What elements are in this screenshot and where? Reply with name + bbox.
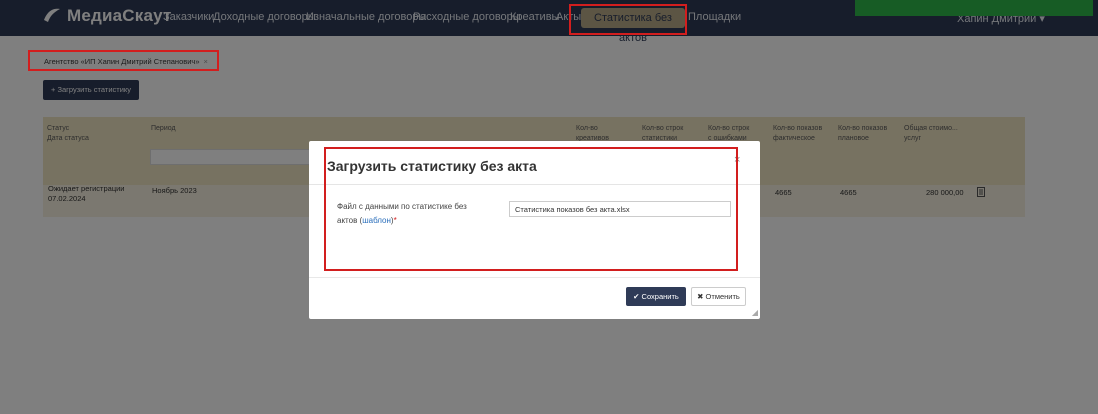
cancel-button[interactable]: ✖ Отменить <box>691 287 746 306</box>
cancel-label: Отменить <box>705 292 740 301</box>
highlight-box-filter <box>28 50 219 71</box>
highlight-box-nav <box>569 4 687 35</box>
modal-footer-divider <box>309 277 760 278</box>
save-label: Сохранить <box>641 292 679 301</box>
check-icon: ✔ <box>633 292 640 301</box>
close-small-icon: ✖ <box>697 292 704 301</box>
highlight-box-modal <box>324 147 738 271</box>
resize-handle-icon[interactable]: ◢ <box>752 308 758 317</box>
save-button[interactable]: ✔ Сохранить <box>626 287 686 306</box>
upload-stats-modal: Загрузить статистику без акта × Файл с д… <box>309 141 760 319</box>
